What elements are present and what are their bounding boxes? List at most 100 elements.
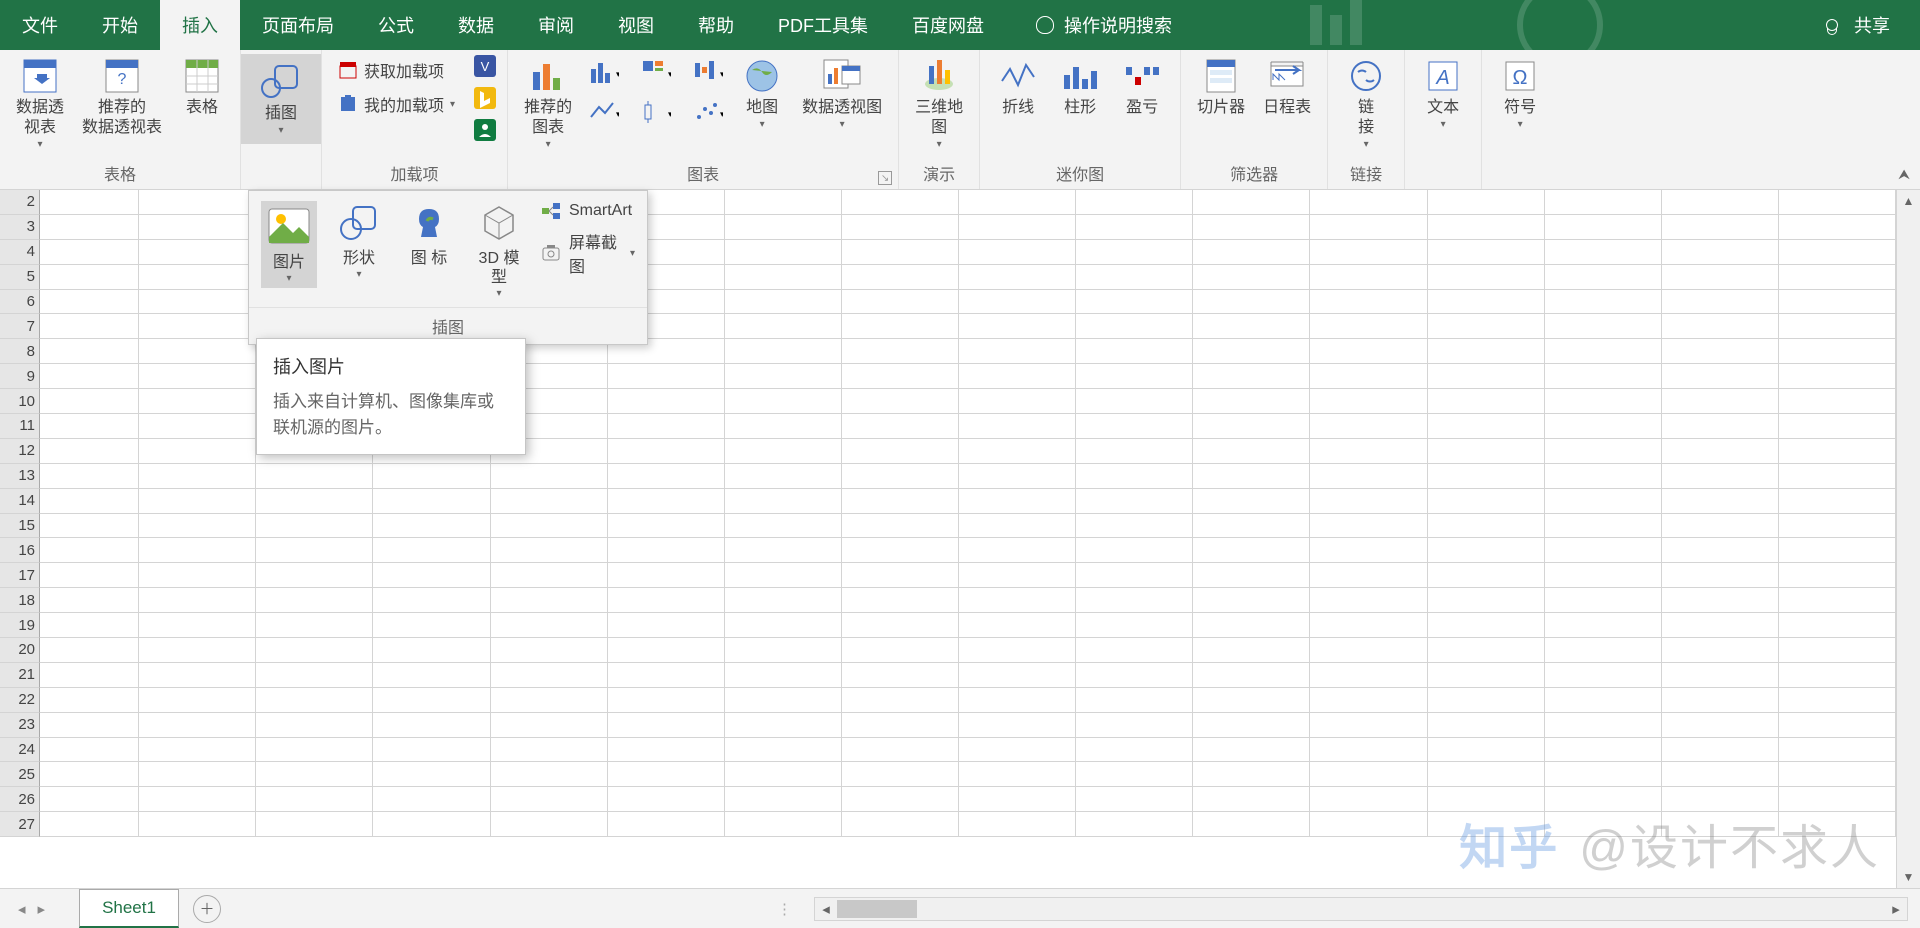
tell-me-search[interactable]: 操作说明搜索 xyxy=(1036,12,1172,38)
screenshot-icon xyxy=(541,243,561,263)
row-header[interactable]: 7 xyxy=(0,314,40,339)
tab-formulas[interactable]: 公式 xyxy=(356,0,436,50)
visio-icon[interactable]: V xyxy=(473,54,497,78)
scroll-down-arrow[interactable]: ▼ xyxy=(1897,866,1920,888)
row-header[interactable]: 2 xyxy=(0,190,40,215)
chevron-down-icon: ▾ xyxy=(279,125,284,136)
row-header[interactable]: 21 xyxy=(0,663,40,688)
sparkline-column-icon xyxy=(1060,56,1100,96)
tab-data[interactable]: 数据 xyxy=(436,0,516,50)
row-header[interactable]: 18 xyxy=(0,588,40,613)
row-header[interactable]: 27 xyxy=(0,812,40,837)
illustrations-button[interactable]: 插图▾ xyxy=(241,54,321,144)
ribbon-tabs: 文件 开始 插入 页面布局 公式 数据 审阅 视图 帮助 PDF工具集 百度网盘 xyxy=(0,0,1006,50)
row-header[interactable]: 15 xyxy=(0,514,40,539)
get-addins-button[interactable]: 获取加载项 xyxy=(332,54,461,86)
tab-view[interactable]: 视图 xyxy=(596,0,676,50)
row-header[interactable]: 14 xyxy=(0,489,40,514)
row-header[interactable]: 5 xyxy=(0,265,40,290)
icons-button[interactable]: 图 标 xyxy=(401,201,457,268)
share-button[interactable]: 共享 xyxy=(1826,12,1890,38)
row-header[interactable]: 26 xyxy=(0,787,40,812)
sparkline-winloss-button[interactable]: 盈亏 xyxy=(1114,54,1170,120)
text-button[interactable]: A 文本▾ xyxy=(1415,54,1471,132)
tab-insert[interactable]: 插入 xyxy=(160,0,240,50)
timeline-button[interactable]: 日程表 xyxy=(1257,54,1317,120)
link-label: 链 接 xyxy=(1358,98,1374,138)
row-header[interactable]: 12 xyxy=(0,439,40,464)
tab-review[interactable]: 审阅 xyxy=(516,0,596,50)
horizontal-scrollbar[interactable]: ◂ ▸ xyxy=(814,897,1908,921)
symbol-button[interactable]: Ω 符号▾ xyxy=(1492,54,1548,132)
add-sheet-button[interactable]: ＋ xyxy=(193,895,221,923)
insert-picture-button[interactable]: 图片▾ xyxy=(261,201,317,288)
tab-pagelayout[interactable]: 页面布局 xyxy=(240,0,356,50)
row-header[interactable]: 24 xyxy=(0,738,40,763)
slicer-button[interactable]: 切片器 xyxy=(1191,54,1251,120)
link-button[interactable]: 链 接▾ xyxy=(1338,54,1394,152)
vertical-scrollbar[interactable]: ▲ ▼ xyxy=(1896,190,1920,888)
sparkline-line-button[interactable]: 折线 xyxy=(990,54,1046,120)
row-header[interactable]: 23 xyxy=(0,713,40,738)
group-tables-label: 表格 xyxy=(10,159,230,187)
tab-pdf[interactable]: PDF工具集 xyxy=(756,0,890,50)
waterfall-chart-button[interactable]: ▾ xyxy=(688,54,728,90)
row-header[interactable]: 16 xyxy=(0,538,40,563)
3dmap-button[interactable]: 三维地 图▾ xyxy=(909,54,969,152)
scroll-left-arrow[interactable]: ◂ xyxy=(815,900,837,918)
scroll-right-arrow[interactable]: ▸ xyxy=(1885,900,1907,918)
row-header[interactable]: 13 xyxy=(0,464,40,489)
bing-icon[interactable] xyxy=(473,86,497,110)
row-header[interactable]: 6 xyxy=(0,290,40,315)
maps-button[interactable]: 地图▾ xyxy=(734,54,790,132)
row-header[interactable]: 17 xyxy=(0,563,40,588)
row-header[interactable]: 10 xyxy=(0,389,40,414)
group-tables: 数据透 视表▾ ? 推荐的 数据透视表 表格 表格 xyxy=(0,50,241,189)
row-header[interactable]: 19 xyxy=(0,613,40,638)
recommended-pivot-button[interactable]: ? 推荐的 数据透视表 xyxy=(76,54,168,140)
tab-file[interactable]: 文件 xyxy=(0,0,80,50)
scroll-thumb[interactable] xyxy=(837,900,917,918)
scroll-up-arrow[interactable]: ▲ xyxy=(1897,190,1920,212)
svg-text:▾: ▾ xyxy=(616,69,619,79)
tab-home[interactable]: 开始 xyxy=(80,0,160,50)
charts-dialog-launcher[interactable]: ↘ xyxy=(878,171,892,185)
row-header[interactable]: 8 xyxy=(0,339,40,364)
row-header[interactable]: 25 xyxy=(0,762,40,787)
sheet-prev-button[interactable]: ◂ xyxy=(18,900,26,918)
sheet-tab[interactable]: Sheet1 xyxy=(79,889,179,928)
3dmodel-button[interactable]: 3D 模 型▾ xyxy=(471,201,527,299)
scatter-chart-button[interactable]: ▾ xyxy=(688,94,728,130)
column-chart-button[interactable]: ▾ xyxy=(584,54,624,90)
shapes-button[interactable]: 形状▾ xyxy=(331,201,387,280)
smartart-button[interactable]: SmartArt xyxy=(541,201,635,221)
sparkline-line-icon xyxy=(998,56,1038,96)
row-header[interactable]: 9 xyxy=(0,364,40,389)
collapse-ribbon-button[interactable]: ⮝ xyxy=(1898,166,1910,183)
row-header[interactable]: 4 xyxy=(0,240,40,265)
sparkline-column-button[interactable]: 柱形 xyxy=(1052,54,1108,120)
my-addins-button[interactable]: 我的加载项 ▾ xyxy=(332,88,461,120)
row-header[interactable]: 22 xyxy=(0,688,40,713)
chevron-down-icon: ▾ xyxy=(1441,119,1446,130)
share-label: 共享 xyxy=(1854,12,1890,38)
group-links-label: 链接 xyxy=(1338,159,1394,187)
recommended-charts-button[interactable]: 推荐的 图表▾ xyxy=(518,54,578,152)
statistic-chart-button[interactable]: ▾ xyxy=(636,94,676,130)
pivot-chart-button[interactable]: 数据透视图▾ xyxy=(796,54,888,132)
row-header[interactable]: 3 xyxy=(0,215,40,240)
sheet-next-button[interactable]: ▸ xyxy=(38,900,46,918)
line-chart-button[interactable]: ▾ xyxy=(584,94,624,130)
sheet-tab-divider[interactable]: ⋮ xyxy=(777,900,792,918)
group-filters: 切片器 日程表 筛选器 xyxy=(1181,50,1328,189)
pivot-table-button[interactable]: 数据透 视表▾ xyxy=(10,54,70,152)
hierarchy-chart-button[interactable]: ▾ xyxy=(636,54,676,90)
screenshot-button[interactable]: 屏幕截图 ▾ xyxy=(541,229,635,277)
table-button[interactable]: 表格 xyxy=(174,54,230,120)
row-header[interactable]: 20 xyxy=(0,638,40,663)
people-graph-icon[interactable] xyxy=(473,118,497,142)
tab-help[interactable]: 帮助 xyxy=(676,0,756,50)
tab-baidu[interactable]: 百度网盘 xyxy=(890,0,1006,50)
row-header[interactable]: 11 xyxy=(0,414,40,439)
3dmap-icon xyxy=(919,56,959,96)
